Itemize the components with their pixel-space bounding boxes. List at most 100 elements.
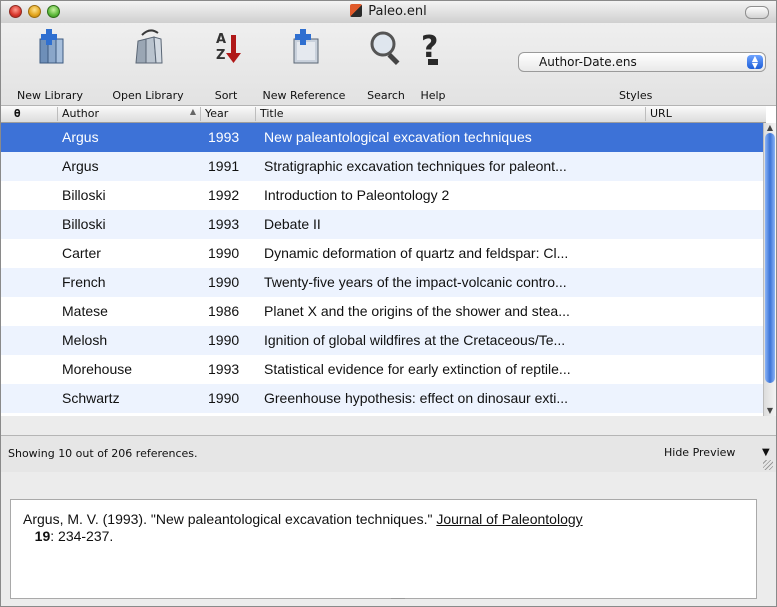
author-cell: Argus [62,129,99,145]
column-header-title[interactable]: Title [255,107,645,121]
title-cell: Dynamic deformation of quartz and feldsp… [264,245,569,261]
preview-pane: Argus, M. V. (1993). "New paleantologica… [1,472,776,606]
title-bar[interactable]: Paleo.enl [1,1,776,24]
author-cell: Argus [62,158,99,174]
document-icon [350,4,363,17]
search-button[interactable]: Search [363,23,409,102]
year-cell: 1991 [208,158,240,174]
author-cell: Matese [62,303,108,319]
open-library-button[interactable]: Open Library [107,23,189,102]
year-cell: 1993 [208,129,240,145]
scroll-down-arrow-icon[interactable]: ▼ [764,406,776,416]
sort-ascending-icon: ▲ [189,107,196,116]
styles-label: Styles [619,89,653,102]
year-cell: 1992 [208,187,240,203]
table-row[interactable]: Carter 1990 Dynamic deformation of quart… [1,239,764,268]
title-cell: Debate II [264,216,321,232]
toolbar: New Library Open Library A Z Sort New Re… [1,23,776,105]
year-cell: 1990 [208,390,240,406]
table-row[interactable]: Morehouse 1993 Statistical evidence for … [1,355,764,384]
references-table: 𝛉 Author ▲ Year Title URL Argus 1993 New… [1,105,776,416]
title-cell: Planet X and the origins of the shower a… [264,303,570,319]
preview-box: Argus, M. V. (1993). "New paleantologica… [10,499,757,599]
table-header: 𝛉 Author ▲ Year Title URL [1,106,766,123]
open-library-icon [135,29,163,64]
table-row[interactable]: Matese 1986 Planet X and the origins of … [1,297,764,326]
author-header-label: Author [62,107,100,120]
help-label: Help [420,89,446,102]
svg-text:A: A [216,32,226,47]
hide-preview-button[interactable]: Hide Preview [664,446,735,459]
endnote-window: Paleo.enl New Library Open Library A Z S… [0,0,777,607]
styles-select-value: Author-Date.ens [539,55,637,69]
new-reference-icon [293,29,319,64]
year-cell: 1990 [208,274,240,290]
vertical-scrollbar[interactable]: ▲ ▼ [763,123,776,416]
window-title-text: Paleo.enl [368,4,427,19]
author-cell: French [62,274,106,290]
table-row[interactable]: Argus 1991 Stratigraphic excavation tech… [1,152,764,181]
resize-grip-icon[interactable] [763,460,773,470]
citation-prefix: Argus, M. V. (1993). "New paleantologica… [23,511,437,527]
new-reference-label: New Reference [262,89,346,102]
column-header-attachment[interactable]: 𝛉 [1,107,57,121]
author-cell: Billoski [62,216,106,232]
year-header-label: Year [205,107,229,120]
year-cell: 1986 [208,303,240,319]
title-cell: Statistical evidence for early extinctio… [264,361,571,377]
title-cell: Stratigraphic excavation techniques for … [264,158,567,174]
open-library-label: Open Library [112,89,184,102]
url-header-label: URL [650,107,672,120]
citation-preview: Argus, M. V. (1993). "New paleantologica… [23,511,743,545]
scrollbar-thumb[interactable] [765,133,775,383]
search-label: Search [367,89,405,102]
window-title: Paleo.enl [1,4,776,19]
column-header-author[interactable]: Author ▲ [57,107,200,121]
year-cell: 1993 [208,361,240,377]
author-cell: Carter [62,245,101,261]
table-body: Argus 1993 New paleantological excavatio… [1,123,764,413]
title-cell: Ignition of global wildfires at the Cret… [264,332,566,348]
author-cell: Billoski [62,187,106,203]
disclosure-triangle-icon[interactable]: ▼ [762,447,770,458]
table-row[interactable]: Billoski 1993 Debate II [1,210,764,239]
pane-splitter[interactable] [391,598,405,599]
table-row[interactable]: Schwartz 1990 Greenhouse hypothesis: eff… [1,384,764,413]
title-cell: Introduction to Paleontology 2 [264,187,450,203]
new-library-button[interactable]: New Library [15,23,85,102]
title-header-label: Title [260,107,284,120]
styles-select[interactable]: Author-Date.ens ▲ ▼ [518,52,766,72]
scroll-up-arrow-icon[interactable]: ▲ [764,123,776,133]
help-button[interactable]: ? Help [416,23,450,102]
column-header-url[interactable]: URL [645,107,766,121]
table-row[interactable]: Billoski 1992 Introduction to Paleontolo… [1,181,764,210]
svg-text:Z: Z [216,48,225,63]
new-library-label: New Library [17,89,83,102]
citation-pages: : 234-237. [50,528,114,544]
sort-button[interactable]: A Z Sort [206,23,246,102]
table-row[interactable]: Melosh 1990 Ignition of global wildfires… [1,326,764,355]
author-cell: Schwartz [62,390,120,406]
author-cell: Morehouse [62,361,133,377]
sort-label: Sort [214,89,238,102]
title-cell: Twenty-five years of the impact-volcanic… [264,274,567,290]
toolbar-toggle-button[interactable] [745,6,769,19]
year-cell: 1990 [208,245,240,261]
year-cell: 1993 [208,216,240,232]
search-icon [370,31,400,66]
new-library-icon [39,29,64,64]
paperclip-icon: 𝛉 [14,107,21,120]
author-cell: Melosh [62,332,108,348]
new-reference-button[interactable]: New Reference [256,23,352,102]
table-row[interactable]: Argus 1993 New paleantological excavatio… [1,123,764,152]
help-icon: ? [421,30,438,65]
select-arrows-icon: ▲ ▼ [747,55,763,70]
title-cell: New paleantological excavation technique… [264,129,532,145]
year-cell: 1990 [208,332,240,348]
column-header-year[interactable]: Year [200,107,255,121]
citation-volume: 19 [34,528,51,544]
reference-count-text: Showing 10 out of 206 references. [8,447,198,460]
table-row[interactable]: French 1990 Twenty-five years of the imp… [1,268,764,297]
title-cell: Greenhouse hypothesis: effect on dinosau… [264,390,569,406]
citation-journal: Journal of Paleontology [436,511,583,527]
